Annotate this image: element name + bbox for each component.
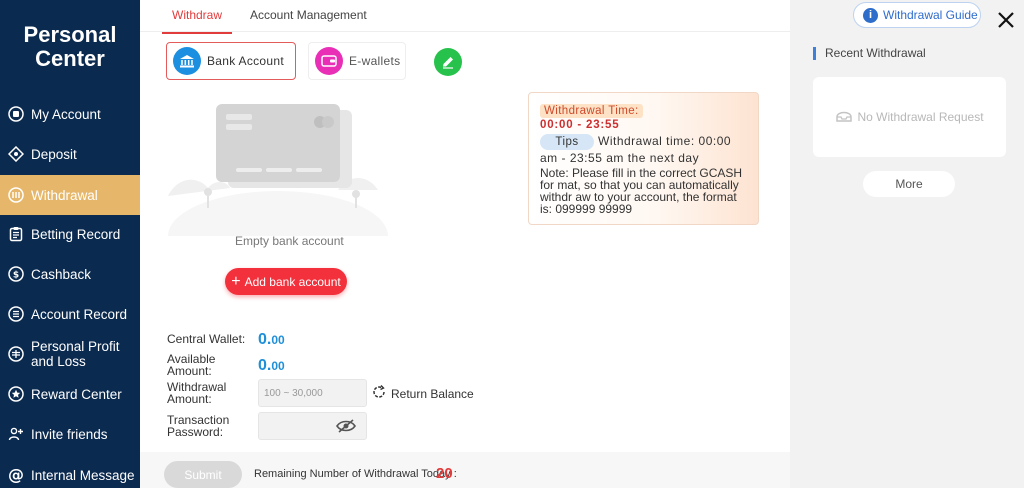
invite-friends-icon — [8, 426, 24, 442]
cashback-icon: $ — [8, 266, 24, 282]
sidebar-item-label: Reward Center — [31, 386, 122, 402]
withdrawal-amount-input[interactable]: 100 ~ 30,000 — [258, 379, 367, 407]
eye-hidden-icon[interactable] — [336, 419, 356, 436]
withdrawal-label-line2: Amount: — [167, 392, 212, 406]
transaction-password-label: Transaction Password: — [167, 414, 229, 438]
sidebar-item-profit-loss[interactable]: Personal Profit and Loss — [0, 334, 140, 374]
withdrawal-time-value: 00:00 - 23:55 — [540, 119, 620, 131]
submit-button[interactable]: Submit — [164, 461, 242, 488]
tab-bar: Withdraw Account Management — [140, 0, 790, 34]
sidebar-item-cashback[interactable]: $ Cashback — [0, 254, 140, 294]
central-wallet-label: Central Wallet: — [167, 332, 246, 346]
available-amount-label: Available Amount: — [167, 353, 215, 377]
diamond-icon — [8, 146, 24, 162]
tips-text-line1: Withdrawal time: 00:00 — [598, 134, 732, 148]
available-amount: 0.00 — [258, 357, 285, 375]
sidebar-title-line2: Center — [35, 46, 105, 71]
withdrawal-amount-label: Withdrawal Amount: — [167, 381, 226, 405]
clipboard-icon — [8, 226, 24, 242]
transaction-password-input[interactable] — [258, 412, 367, 440]
sidebar-item-invite-friends[interactable]: Invite friends — [0, 414, 140, 454]
bank-account-label: Bank Account — [207, 54, 284, 68]
sidebar-item-label: Invite friends — [31, 426, 108, 442]
sidebar-item-deposit[interactable]: Deposit — [0, 134, 140, 174]
sidebar-item-label: Deposit — [31, 146, 77, 162]
central-wallet-amount: 0.00 — [258, 331, 285, 349]
withdrawal-time-label: Withdrawal Time: — [540, 104, 643, 118]
more-button[interactable]: More — [863, 171, 955, 197]
sidebar-title-line1: Personal — [23, 22, 117, 47]
available-dec: 00 — [271, 359, 285, 373]
e-wallets-label: E-wallets — [349, 54, 401, 68]
sidebar-item-internal-message[interactable]: @ Internal Message — [0, 455, 140, 488]
reward-icon — [8, 386, 24, 402]
withdrawal-amount-placeholder: 100 ~ 30,000 — [264, 387, 323, 399]
bottom-bar: Submit Remaining Number of Withdrawal To… — [140, 452, 790, 488]
record-icon — [8, 306, 24, 322]
svg-text:@: @ — [8, 467, 24, 483]
available-label-line2: Amount: — [167, 364, 212, 378]
withdrawal-icon — [8, 187, 24, 203]
sidebar-item-label: My Account — [31, 106, 101, 122]
withdrawal-info-card: Withdrawal Time: 00:00 - 23:55 Tips Withd… — [528, 92, 759, 225]
sidebar-item-account-record[interactable]: Account Record — [0, 294, 140, 334]
add-bank-account-label: Add bank account — [244, 274, 341, 289]
sidebar-item-withdrawal[interactable]: Withdrawal — [0, 175, 140, 215]
sidebar-item-label: Internal Message — [31, 467, 135, 483]
sidebar-item-my-account[interactable]: My Account — [0, 94, 140, 134]
plus-icon: + — [231, 272, 241, 290]
sidebar-item-betting-record[interactable]: Betting Record — [0, 214, 140, 254]
refresh-icon — [371, 384, 387, 403]
at-sign-icon: @ — [8, 467, 24, 483]
recent-withdrawal-title: Recent Withdrawal — [813, 47, 926, 60]
sidebar-item-label: Withdrawal — [31, 187, 98, 203]
bank-account-method-button[interactable]: Bank Account — [166, 42, 296, 80]
sidebar-item-label: Personal Profit and Loss — [31, 339, 120, 369]
password-label-line2: Password: — [167, 425, 224, 439]
add-bank-account-button[interactable]: + Add bank account — [225, 268, 347, 295]
available-int: 0. — [258, 357, 272, 374]
sidebar-item-label: Account Record — [31, 306, 128, 322]
sidebar-item-reward-center[interactable]: Reward Center — [0, 374, 140, 414]
close-icon[interactable] — [994, 8, 1018, 32]
sidebar-item-label: Cashback — [31, 266, 92, 282]
gcash-format-note: Note: Please fill in the correct GCASH f… — [540, 166, 743, 216]
profit-loss-icon — [8, 346, 24, 362]
account-circle-icon — [8, 106, 24, 122]
remaining-withdrawal-count: 20 — [436, 465, 453, 482]
tab-withdraw[interactable]: Withdraw — [161, 8, 233, 34]
withdrawal-guide-label: Withdrawal Guide — [883, 8, 978, 22]
sidebar: Personal Center My Account Deposit Withdr… — [0, 0, 140, 488]
tab-account-management[interactable]: Account Management — [250, 8, 367, 22]
wallet-icon — [315, 47, 343, 75]
edit-pencil-icon[interactable] — [434, 48, 462, 76]
return-balance-button[interactable]: Return Balance — [371, 384, 474, 403]
central-wallet-dec: 00 — [271, 333, 285, 347]
remaining-withdrawal-label: Remaining Number of Withdrawal Today : — [254, 468, 457, 480]
recent-withdrawal-empty-box: No Withdrawal Request — [813, 77, 1006, 157]
svg-text:$: $ — [13, 271, 19, 281]
empty-inbox-icon — [835, 108, 853, 127]
no-withdrawal-request-text: No Withdrawal Request — [857, 110, 984, 124]
withdrawal-guide-button[interactable]: i Withdrawal Guide — [853, 2, 981, 28]
withdraw-main-panel: Withdraw Account Management Bank Account… — [140, 0, 790, 488]
empty-bank-account-text: Empty bank account — [235, 234, 344, 248]
sidebar-item-label: Betting Record — [31, 226, 121, 242]
central-wallet-int: 0. — [258, 331, 272, 348]
recent-withdrawal-panel: i Withdrawal Guide Recent Withdrawal No … — [790, 0, 1024, 488]
tips-badge: Tips — [540, 134, 594, 150]
info-icon: i — [863, 7, 878, 23]
empty-bank-card-illustration — [168, 96, 388, 281]
bank-icon — [173, 47, 201, 75]
return-balance-label: Return Balance — [391, 386, 474, 401]
tips-text-line2: am - 23:55 am the next day — [540, 151, 700, 165]
sidebar-title: Personal Center — [0, 0, 140, 90]
e-wallets-method-button[interactable]: E-wallets — [308, 42, 406, 80]
